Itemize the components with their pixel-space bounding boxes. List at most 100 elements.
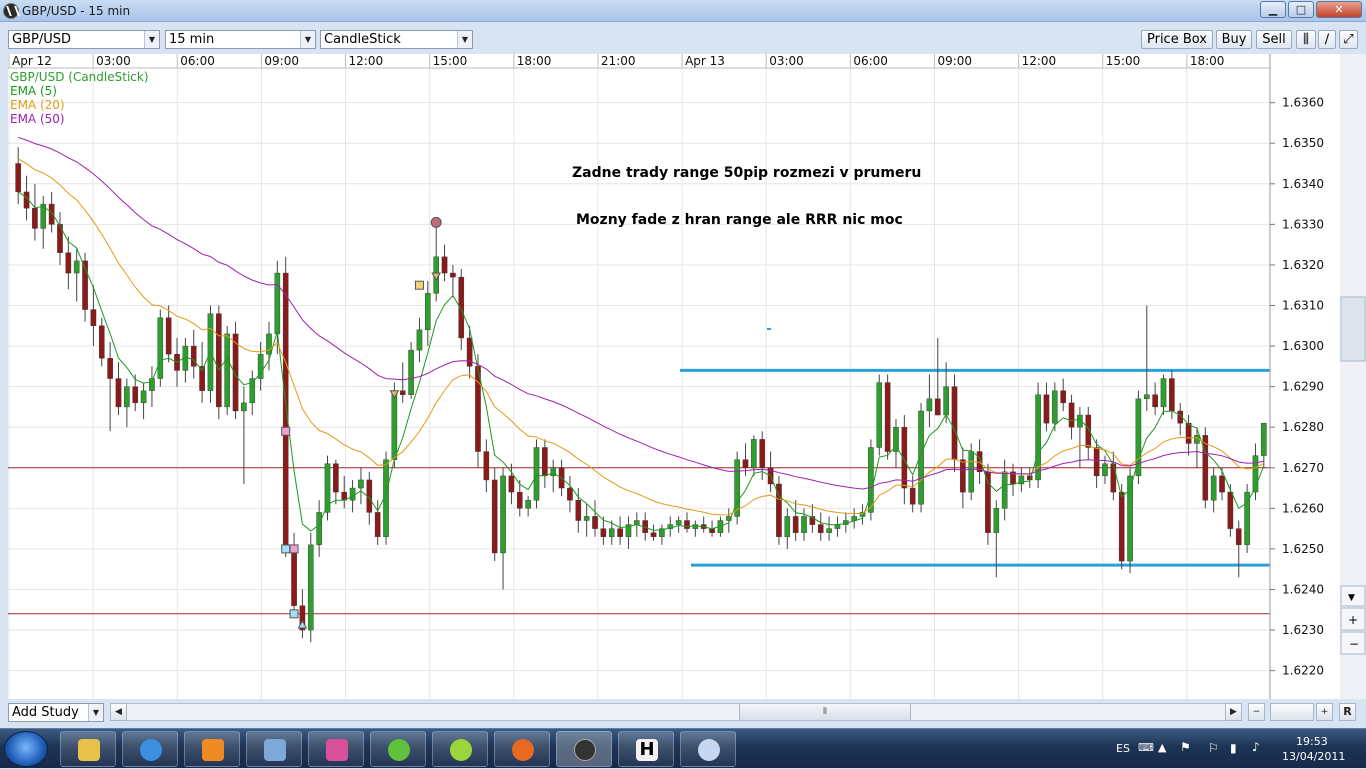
- zoom-in-button[interactable]: +: [1316, 703, 1333, 721]
- taskbar-item-ninjatrader[interactable]: [432, 731, 488, 767]
- time-tick-label: 09:00: [264, 54, 299, 68]
- legend-item-ema50: EMA (50): [10, 112, 65, 126]
- ninja-dark-icon: [574, 739, 596, 761]
- volume-icon[interactable]: ♪: [1252, 740, 1260, 754]
- taskbar-item-icq[interactable]: [370, 731, 426, 767]
- candle-down: [1110, 463, 1117, 493]
- price-tick-label: 1.6220: [1282, 664, 1324, 678]
- chart-panel[interactable]: Apr 12 03:00 06:00 09:00 12:00 15:00 18:00 21:0…: [8, 54, 1366, 699]
- bar-spacing-icon[interactable]: ⫼: [1296, 30, 1316, 49]
- price-chart[interactable]: Apr 12 03:00 06:00 09:00 12:00 15:00 18:00 21:0…: [8, 54, 1366, 699]
- candle-down: [291, 548, 297, 606]
- show-hidden-icons-icon[interactable]: ▲: [1158, 741, 1166, 754]
- candle-down: [1169, 378, 1175, 412]
- candle-down: [960, 459, 966, 493]
- chevron-down-icon[interactable]: ▼: [300, 31, 315, 48]
- bottom-bar: Add Study ▼ ◀ ⦀ ▶ − + R: [0, 700, 1366, 726]
- clock-date[interactable]: 13/04/2011: [1282, 750, 1345, 763]
- buy-button[interactable]: Buy: [1216, 30, 1252, 49]
- legend-item-candlestick: GBP/USD (CandleStick): [10, 70, 149, 84]
- candle-down: [282, 272, 289, 550]
- chevron-down-icon[interactable]: ▼: [144, 31, 159, 48]
- clock-time[interactable]: 19:53: [1296, 735, 1328, 748]
- add-study-select[interactable]: Add Study ▼: [8, 703, 104, 722]
- candle-up: [784, 516, 791, 537]
- candle-up: [926, 398, 933, 412]
- taskbar-item-paint[interactable]: [680, 731, 736, 767]
- taskbar-item-games[interactable]: [308, 731, 364, 767]
- expand-icon[interactable]: ⤢: [1339, 30, 1358, 49]
- flag-icon[interactable]: ⚐: [1208, 741, 1219, 755]
- reset-zoom-button[interactable]: R: [1339, 703, 1356, 721]
- scroll-right-button[interactable]: ▶: [1225, 703, 1242, 721]
- zoom-spacer: [1270, 703, 1314, 721]
- hscroll-thumb[interactable]: ⦀: [739, 704, 911, 720]
- candle-down: [374, 512, 381, 537]
- candle-up: [868, 447, 874, 513]
- candle-up: [408, 349, 414, 395]
- minimize-button[interactable]: ▁: [1260, 1, 1286, 18]
- candle-down: [650, 532, 657, 537]
- usb-icon[interactable]: ▮: [1230, 741, 1237, 755]
- chevron-down-icon[interactable]: ▼: [457, 31, 472, 48]
- start-button[interactable]: [4, 731, 48, 767]
- close-button[interactable]: ✕: [1316, 1, 1362, 18]
- candle-down: [792, 516, 799, 533]
- candle-down: [1235, 528, 1242, 546]
- marker-square: [281, 426, 291, 436]
- firefox-icon: [512, 739, 534, 761]
- taskbar-item-ninja-dark[interactable]: [556, 731, 612, 767]
- h-app-icon: H: [636, 739, 658, 761]
- candle-down: [65, 252, 72, 274]
- candle-up: [734, 459, 740, 517]
- candle-up: [266, 333, 272, 355]
- vscroll-thumb[interactable]: [1340, 296, 1366, 362]
- candle-up: [416, 329, 423, 351]
- scroll-left-button[interactable]: ◀: [110, 703, 127, 721]
- taskbar-item-explorer[interactable]: [60, 731, 116, 767]
- candle-down: [1185, 422, 1192, 444]
- candle-down: [1227, 491, 1234, 529]
- chart-type-select[interactable]: CandleStick ▼: [320, 30, 473, 49]
- candle-down: [909, 487, 916, 505]
- ninjatrader-app-icon: [3, 3, 19, 19]
- time-tick-label: Apr 13: [685, 54, 725, 68]
- taskbar-item-ie[interactable]: [122, 731, 178, 767]
- candle-up: [500, 475, 506, 554]
- candle-down: [32, 207, 38, 229]
- taskbar-item-media-player[interactable]: [184, 731, 240, 767]
- price-tick-label: 1.6270: [1282, 461, 1324, 475]
- interval-select[interactable]: 15 min ▼: [165, 30, 316, 49]
- zoom-out-button[interactable]: −: [1248, 703, 1265, 721]
- taskbar-item-h-app[interactable]: H: [618, 731, 674, 767]
- candle-down: [483, 451, 490, 481]
- price-box-button[interactable]: Price Box: [1141, 30, 1213, 49]
- candle-down: [951, 386, 958, 460]
- price-tick-label: 1.6340: [1282, 177, 1324, 191]
- ie-icon: [140, 739, 162, 761]
- network-icon[interactable]: ⚑: [1180, 740, 1191, 754]
- instrument-select[interactable]: GBP/USD ▼: [8, 30, 160, 49]
- keyboard-icon[interactable]: ⌨: [1138, 741, 1154, 754]
- legend-item-ema20: EMA (20): [10, 98, 65, 112]
- taskbar-item-firefox[interactable]: [494, 731, 550, 767]
- taskbar-item-control-panel[interactable]: [246, 731, 302, 767]
- maximize-button[interactable]: □: [1288, 1, 1314, 18]
- sell-button[interactable]: Sell: [1256, 30, 1292, 49]
- candle-down: [684, 520, 690, 529]
- horizontal-scrollbar[interactable]: ◀ ⦀ ▶: [110, 703, 1242, 721]
- time-tick-label: 15:00: [433, 54, 468, 68]
- annotation-line-2: Mozny fade z hran range ale RRR nic moc: [576, 212, 903, 228]
- chevron-down-icon[interactable]: ▼: [88, 704, 103, 721]
- time-tick-label: 06:00: [853, 54, 888, 68]
- draw-line-icon[interactable]: ∕: [1318, 30, 1336, 49]
- language-indicator[interactable]: ES: [1116, 742, 1130, 755]
- candle-up: [391, 390, 398, 460]
- candle-up: [1210, 475, 1217, 501]
- candle-down: [491, 479, 498, 554]
- price-tick-label: 1.6360: [1282, 96, 1324, 110]
- annotation-line-1: Zadne trady range 50pip rozmezi v prumer…: [572, 165, 921, 181]
- candle-up: [1143, 394, 1150, 400]
- candle-up: [241, 402, 247, 412]
- candle-down: [132, 386, 139, 404]
